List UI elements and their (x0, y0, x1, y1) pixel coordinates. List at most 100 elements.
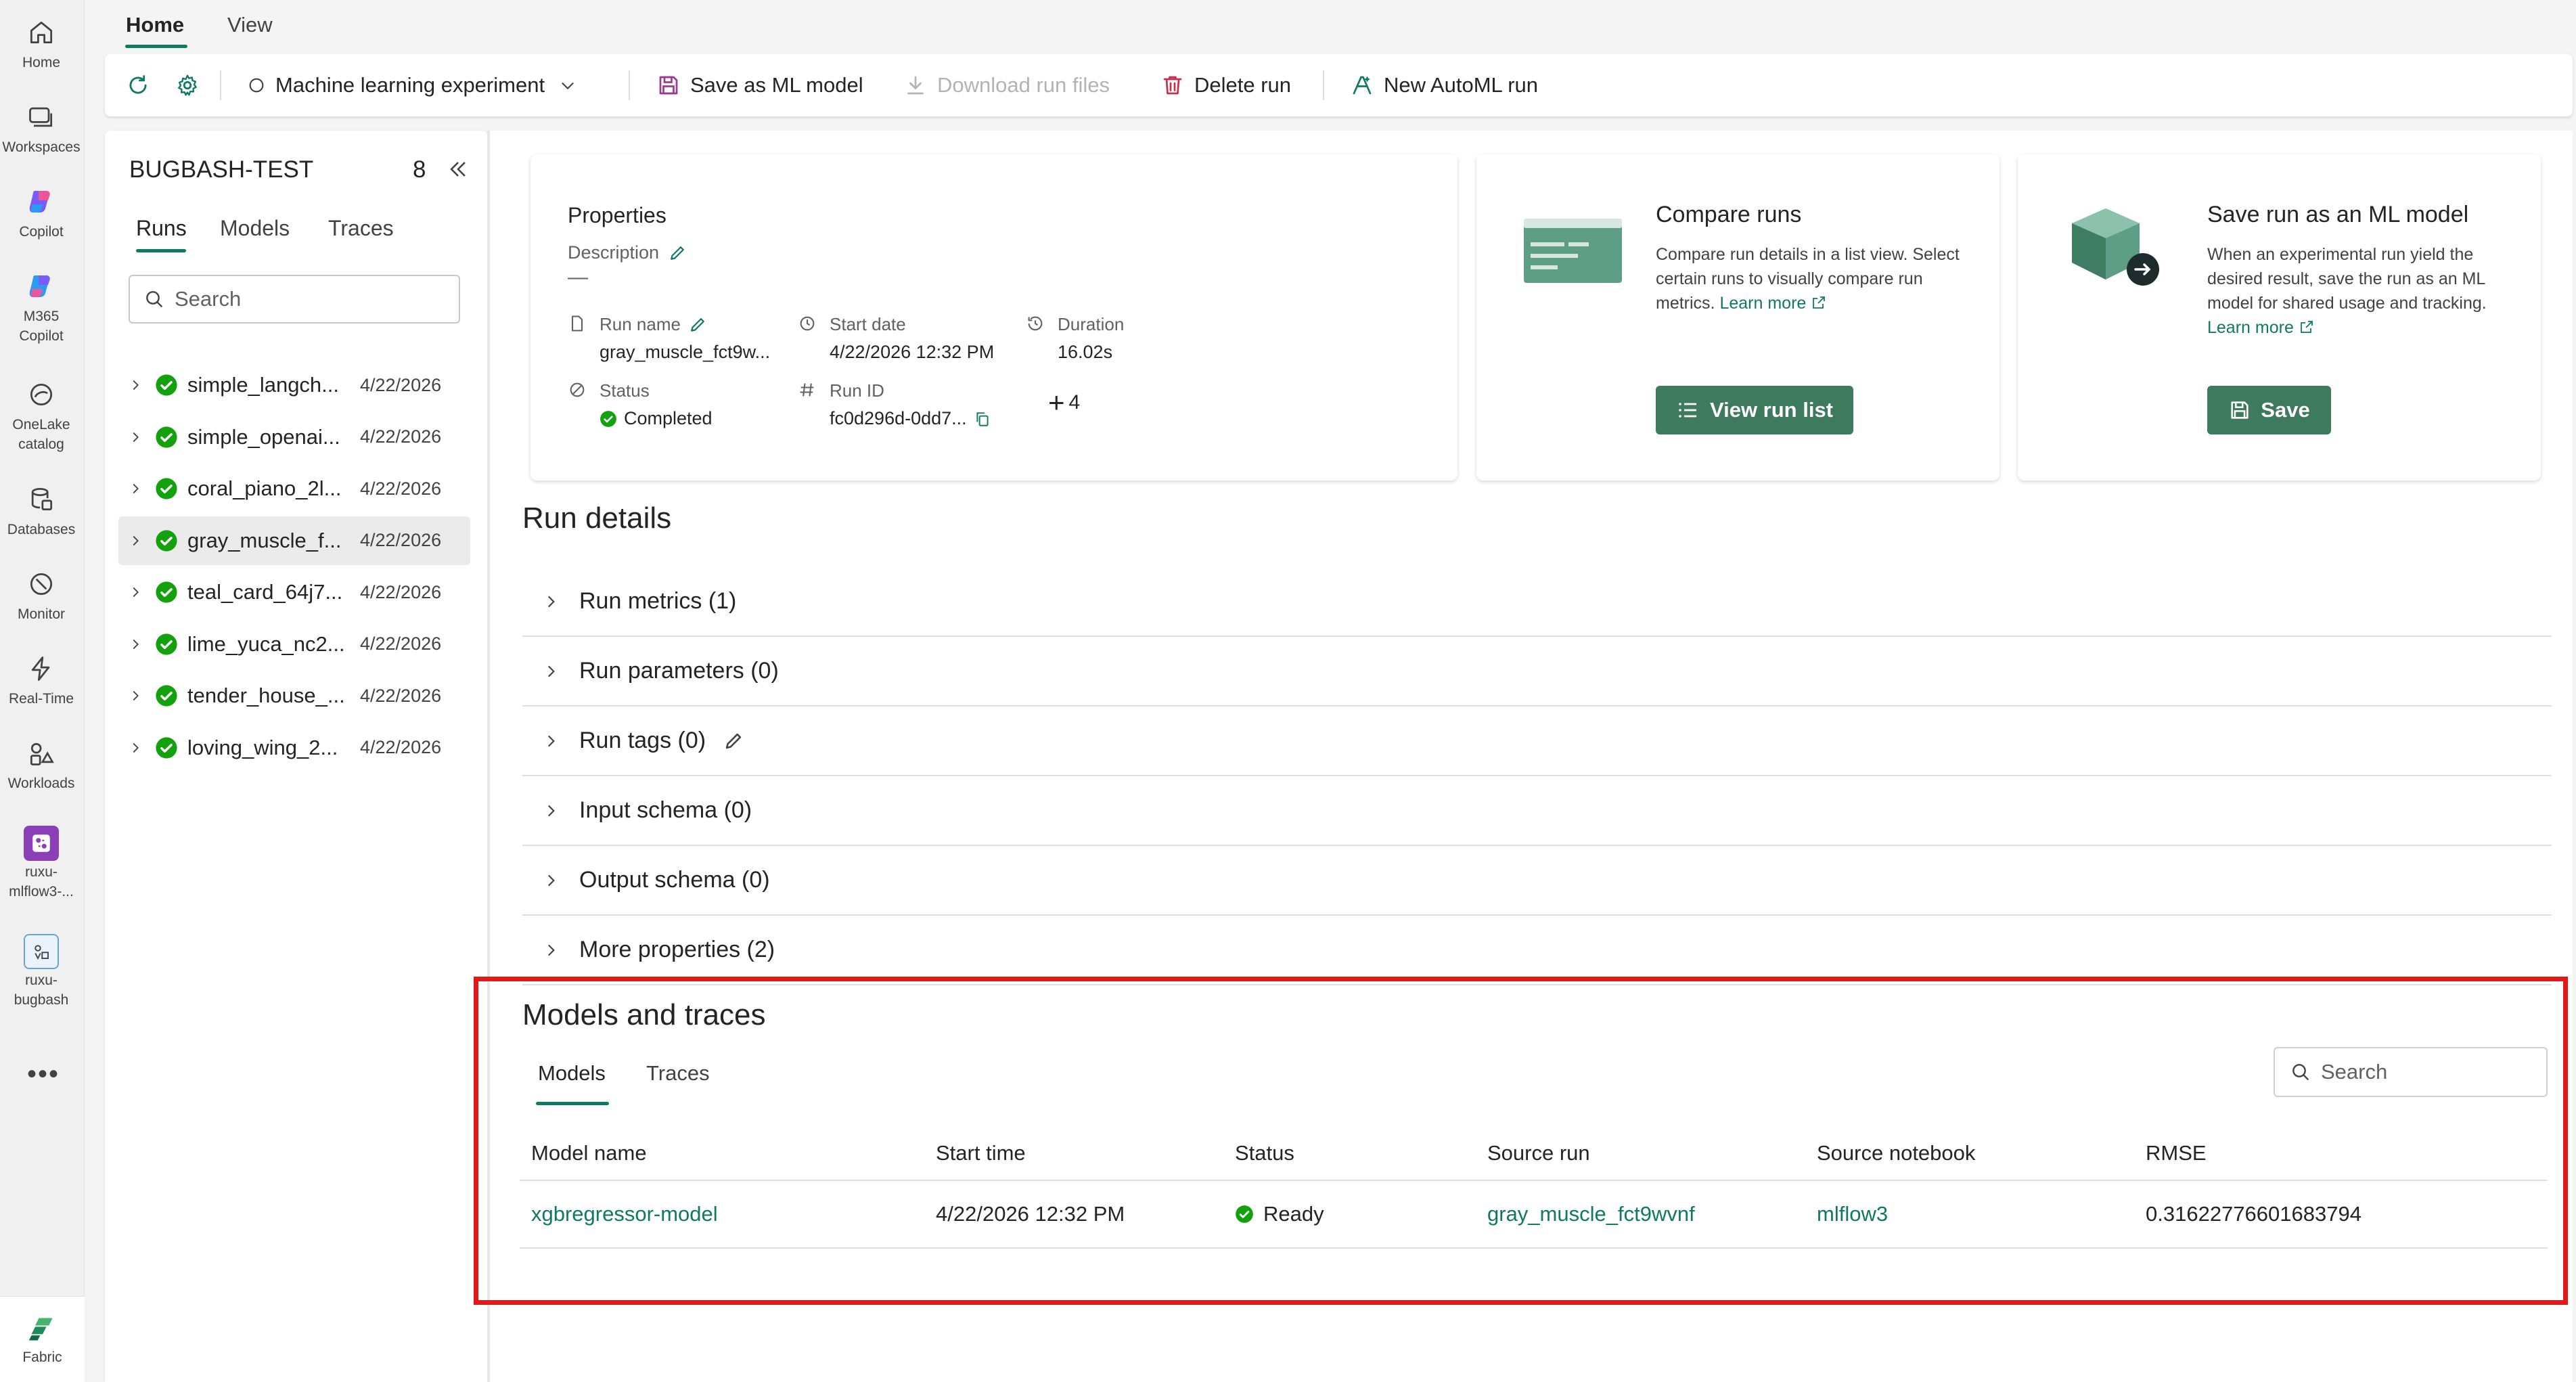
run-name: tender_house_... (187, 684, 345, 707)
tab-view[interactable]: View (227, 13, 273, 37)
more-properties-button[interactable]: + 4 (1048, 386, 1080, 418)
save-learn-more-link[interactable]: Learn more (2207, 318, 2315, 337)
runs-search-input[interactable] (175, 287, 445, 311)
input-schema-section[interactable]: Input schema (0) (522, 776, 2552, 846)
nav-m365-copilot[interactable]: M365 Copilot (0, 267, 83, 346)
run-date: 4/22/2026 (360, 633, 442, 654)
run-date: 4/22/2026 (360, 374, 442, 395)
chevron-right-icon[interactable] (125, 378, 145, 393)
chevron-right-icon[interactable] (537, 663, 564, 680)
runs-search-box[interactable] (129, 275, 460, 324)
experiment-type-dropdown[interactable]: Machine learning experiment (247, 54, 577, 116)
compare-runs-description: Compare run details in a list view. Sele… (1656, 245, 1960, 313)
run-id-property: Run ID fc0d296d-0dd7... (830, 380, 991, 429)
run-name: lime_yuca_nc2... (187, 631, 345, 656)
nav-databases[interactable]: Databases (0, 481, 83, 539)
runs-count: 8 (413, 156, 426, 183)
success-check-icon (600, 410, 617, 428)
edit-tags-icon[interactable] (722, 730, 745, 753)
output-schema-section[interactable]: Output schema (0) (522, 846, 2552, 916)
view-run-list-button[interactable]: View run list (1656, 386, 1853, 434)
chevron-right-icon[interactable] (125, 688, 145, 703)
chevron-right-icon[interactable] (125, 637, 145, 652)
run-list-item[interactable]: gray_muscle_f... 4/22/2026 (118, 516, 470, 565)
nav-rail: Home Workspaces Copilot M365 Copilot One… (0, 0, 85, 1382)
edit-run-name-button[interactable] (681, 315, 708, 335)
chevron-right-icon[interactable] (537, 732, 564, 750)
more-properties-section[interactable]: More properties (2) (522, 916, 2552, 985)
success-check-icon (155, 374, 178, 397)
run-name: gray_muscle_f... (187, 528, 342, 552)
clock-icon (798, 314, 817, 333)
success-check-icon (155, 477, 178, 500)
nav-monitor[interactable]: Monitor (0, 565, 83, 624)
chevron-right-icon[interactable] (125, 740, 145, 755)
more-icon[interactable]: ••• (27, 1059, 60, 1090)
nav-ruxu-bugbash[interactable]: ruxu-bugbash (0, 934, 83, 1010)
nav-onelake-catalog[interactable]: OneLake catalog (0, 376, 83, 454)
chevron-right-icon[interactable] (537, 941, 564, 959)
plus-icon: + (1048, 386, 1065, 418)
nav-home[interactable]: Home (0, 14, 83, 72)
tab-traces[interactable]: Traces (328, 216, 394, 241)
copilot-icon (22, 183, 60, 221)
success-check-icon (155, 633, 178, 656)
nav-ruxu-mlflow3[interactable]: ruxu-mlflow3-... (0, 826, 83, 901)
runs-panel: BUGBASH-TEST 8 Runs Models Traces simple… (105, 131, 487, 1382)
chevron-right-icon[interactable] (537, 802, 564, 820)
settings-button[interactable] (175, 54, 200, 116)
run-list-item[interactable]: loving_wing_2... 4/22/2026 (118, 723, 470, 772)
nav-workspaces[interactable]: Workspaces (0, 98, 83, 157)
run-list-item[interactable]: lime_yuca_nc2... 4/22/2026 (118, 620, 470, 669)
tab-runs[interactable]: Runs (136, 216, 187, 241)
hash-icon (798, 380, 817, 399)
list-icon (1676, 398, 1710, 422)
nav-real-time[interactable]: Real-Time (0, 650, 83, 709)
external-link-icon (2300, 321, 2313, 333)
tab-home-underline (125, 45, 187, 48)
run-name: coral_piano_2l... (187, 476, 342, 500)
success-check-icon (155, 426, 178, 449)
save-model-button[interactable]: Save (2207, 386, 2331, 434)
download-run-files-button[interactable]: Download run files (903, 54, 1110, 116)
description-value: — (568, 266, 588, 288)
chevron-right-icon[interactable] (125, 430, 145, 445)
run-list-item[interactable]: coral_piano_2l... 4/22/2026 (118, 464, 470, 513)
run-list-item[interactable]: simple_openai... 4/22/2026 (118, 413, 470, 462)
delete-run-button[interactable]: Delete run (1160, 54, 1291, 116)
refresh-button[interactable] (125, 54, 151, 116)
chevron-right-icon[interactable] (537, 593, 564, 610)
status-property: Status Completed (600, 380, 713, 428)
copy-icon[interactable] (974, 410, 991, 428)
nav-workloads[interactable]: Workloads (0, 734, 83, 793)
highlight-box (474, 977, 2568, 1305)
chevron-right-icon[interactable] (125, 533, 145, 548)
onelake-catalog-icon (22, 376, 60, 414)
chevron-right-icon[interactable] (125, 481, 145, 496)
nav-copilot[interactable]: Copilot (0, 183, 83, 242)
run-metrics-section[interactable]: Run metrics (1) (522, 567, 2552, 637)
chevron-right-icon[interactable] (125, 585, 145, 600)
collapse-panel-button[interactable] (447, 158, 470, 181)
fabric-logo-icon (28, 1314, 58, 1344)
chevron-right-icon[interactable] (537, 872, 564, 889)
edit-description-button[interactable] (659, 243, 687, 263)
download-icon (903, 73, 928, 97)
save-model-card: Save run as an ML model When an experime… (2018, 154, 2541, 481)
save-as-ml-model-button[interactable]: Save as ML model (656, 54, 863, 116)
run-tags-section[interactable]: Run tags (0) (522, 707, 2552, 776)
run-list-item[interactable]: teal_card_64j7... 4/22/2026 (118, 568, 470, 617)
status-icon (568, 380, 587, 399)
success-check-icon (155, 736, 178, 759)
tab-home[interactable]: Home (126, 13, 184, 37)
fabric-switcher[interactable]: Fabric (0, 1296, 85, 1382)
run-list-item[interactable]: simple_langch... 4/22/2026 (118, 361, 470, 409)
run-details-title: Run details (522, 501, 672, 535)
compare-learn-more-link[interactable]: Learn more (1719, 294, 1827, 313)
run-parameters-section[interactable]: Run parameters (0) (522, 637, 2552, 707)
success-check-icon (155, 529, 178, 552)
new-automl-run-button[interactable]: New AutoML run (1350, 54, 1538, 116)
run-date: 4/22/2026 (360, 478, 442, 499)
tab-models[interactable]: Models (220, 216, 290, 241)
run-list-item[interactable]: tender_house_... 4/22/2026 (118, 671, 470, 720)
